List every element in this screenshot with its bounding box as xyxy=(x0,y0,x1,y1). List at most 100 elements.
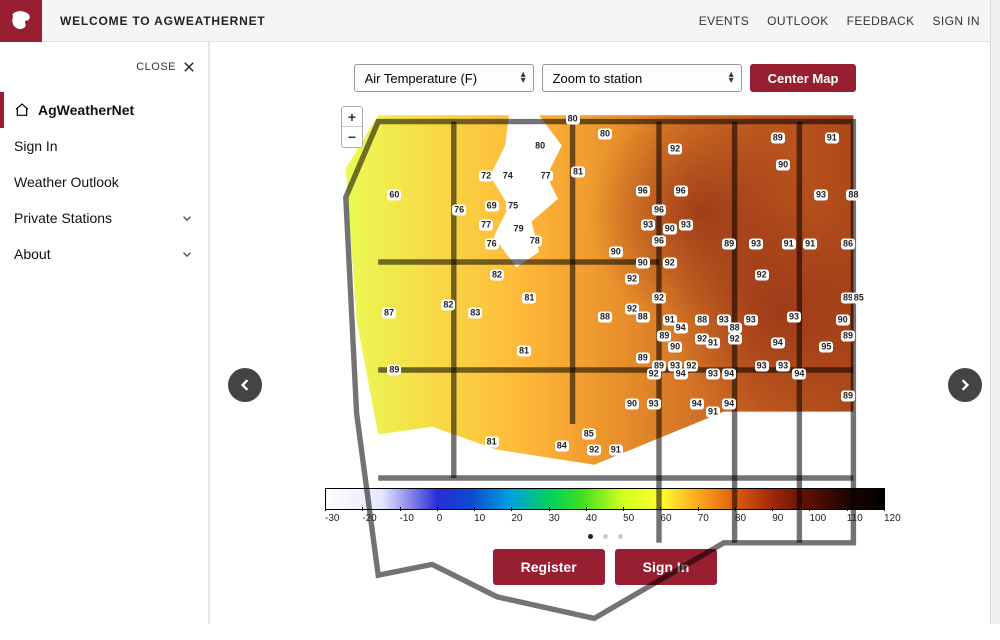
station-marker[interactable]: 92 xyxy=(755,269,769,280)
station-marker[interactable]: 85 xyxy=(852,292,866,303)
scrollbar-track[interactable] xyxy=(990,0,1000,624)
station-marker[interactable]: 89 xyxy=(841,391,855,402)
station-marker[interactable]: 87 xyxy=(382,307,396,318)
sidebar-item-about[interactable]: About xyxy=(0,236,208,272)
sidebar-item-signin[interactable]: Sign In xyxy=(0,128,208,164)
station-marker[interactable]: 90 xyxy=(609,247,623,258)
station-marker[interactable]: 91 xyxy=(706,338,720,349)
center-map-button[interactable]: Center Map xyxy=(750,64,857,92)
station-marker[interactable]: 80 xyxy=(566,114,580,125)
nav-signin[interactable]: SIGN IN xyxy=(933,14,980,28)
station-marker[interactable]: 96 xyxy=(652,205,666,216)
station-marker[interactable]: 93 xyxy=(776,361,790,372)
station-marker[interactable]: 89 xyxy=(771,133,785,144)
station-marker[interactable]: 86 xyxy=(841,239,855,250)
station-marker[interactable]: 88 xyxy=(598,311,612,322)
station-marker[interactable]: 79 xyxy=(512,224,526,235)
station-marker[interactable]: 89 xyxy=(387,364,401,375)
station-marker[interactable]: 81 xyxy=(517,345,531,356)
station-marker[interactable]: 81 xyxy=(522,292,536,303)
station-marker[interactable]: 90 xyxy=(636,258,650,269)
station-marker[interactable]: 94 xyxy=(674,323,688,334)
station-marker[interactable]: 76 xyxy=(452,205,466,216)
zoom-station-select[interactable]: Zoom to station xyxy=(542,64,742,92)
station-marker[interactable]: 81 xyxy=(571,167,585,178)
station-marker[interactable]: 94 xyxy=(771,338,785,349)
station-marker[interactable]: 77 xyxy=(479,220,493,231)
station-marker[interactable]: 91 xyxy=(706,406,720,417)
station-marker[interactable]: 93 xyxy=(647,399,661,410)
station-marker[interactable]: 91 xyxy=(782,239,796,250)
station-marker[interactable]: 90 xyxy=(776,159,790,170)
station-marker[interactable]: 85 xyxy=(582,429,596,440)
zoom-in-button[interactable]: + xyxy=(342,107,362,127)
station-marker[interactable]: 93 xyxy=(814,190,828,201)
sidebar-item-private-stations[interactable]: Private Stations xyxy=(0,200,208,236)
station-marker[interactable]: 84 xyxy=(555,440,569,451)
station-marker[interactable]: 93 xyxy=(641,220,655,231)
station-marker[interactable]: 77 xyxy=(539,171,553,182)
carousel-prev-button[interactable] xyxy=(228,368,262,402)
station-marker[interactable]: 93 xyxy=(755,361,769,372)
station-marker[interactable]: 93 xyxy=(749,239,763,250)
station-marker[interactable]: 69 xyxy=(485,201,499,212)
station-marker[interactable]: 80 xyxy=(533,140,547,151)
nav-outlook[interactable]: OUTLOOK xyxy=(767,14,828,28)
station-marker[interactable]: 92 xyxy=(587,444,601,455)
sidebar-item-weather-outlook[interactable]: Weather Outlook xyxy=(0,164,208,200)
station-marker[interactable]: 92 xyxy=(728,334,742,345)
station-marker[interactable]: 94 xyxy=(722,368,736,379)
station-marker[interactable]: 96 xyxy=(636,186,650,197)
nav-feedback[interactable]: FEEDBACK xyxy=(847,14,915,28)
station-marker[interactable]: 92 xyxy=(625,273,639,284)
station-marker[interactable]: 78 xyxy=(528,235,542,246)
station-marker[interactable]: 82 xyxy=(441,300,455,311)
station-marker[interactable]: 92 xyxy=(684,361,698,372)
zoom-out-button[interactable]: − xyxy=(342,127,362,147)
station-marker[interactable]: 93 xyxy=(744,315,758,326)
sidebar-item-agweathernet[interactable]: AgWeatherNet xyxy=(0,92,208,128)
station-marker[interactable]: 92 xyxy=(668,144,682,155)
station-marker[interactable]: 96 xyxy=(674,186,688,197)
station-marker[interactable]: 88 xyxy=(846,190,860,201)
carousel-next-button[interactable] xyxy=(948,368,982,402)
station-marker[interactable]: 90 xyxy=(625,399,639,410)
station-marker[interactable]: 94 xyxy=(792,368,806,379)
station-marker[interactable]: 81 xyxy=(485,437,499,448)
station-marker[interactable]: 96 xyxy=(652,235,666,246)
station-marker[interactable]: 92 xyxy=(652,292,666,303)
station-marker[interactable]: 82 xyxy=(490,269,504,280)
station-marker[interactable]: 94 xyxy=(690,399,704,410)
station-marker[interactable]: 88 xyxy=(728,323,742,334)
station-marker[interactable]: 89 xyxy=(722,239,736,250)
station-marker[interactable]: 95 xyxy=(819,342,833,353)
station-marker[interactable]: 60 xyxy=(387,190,401,201)
station-marker[interactable]: 94 xyxy=(722,399,736,410)
temperature-map[interactable]: + − 80 80 77 72 74 80 76 81 60 69 75 77 7978 76 82 81 82… xyxy=(335,100,875,480)
station-marker[interactable]: 93 xyxy=(706,368,720,379)
station-marker[interactable]: 92 xyxy=(663,258,677,269)
station-marker[interactable]: 93 xyxy=(679,220,693,231)
station-marker[interactable]: 89 xyxy=(636,353,650,364)
station-marker[interactable]: 90 xyxy=(663,224,677,235)
station-marker[interactable]: 89 xyxy=(657,330,671,341)
variable-select[interactable]: Air Temperature (F) xyxy=(354,64,534,92)
close-sidebar-button[interactable]: CLOSE xyxy=(0,50,208,92)
station-marker[interactable]: 88 xyxy=(695,315,709,326)
nav-events[interactable]: EVENTS xyxy=(699,14,749,28)
station-marker[interactable]: 91 xyxy=(609,444,623,455)
station-marker[interactable]: 91 xyxy=(803,239,817,250)
station-marker[interactable]: 90 xyxy=(836,315,850,326)
station-marker[interactable]: 93 xyxy=(787,311,801,322)
station-marker[interactable]: 92 xyxy=(647,368,661,379)
station-marker[interactable]: 90 xyxy=(668,342,682,353)
station-marker[interactable]: 80 xyxy=(598,129,612,140)
station-marker[interactable]: 83 xyxy=(468,307,482,318)
station-marker[interactable]: 74 xyxy=(501,171,515,182)
station-marker[interactable]: 75 xyxy=(506,201,520,212)
station-marker[interactable]: 91 xyxy=(825,133,839,144)
station-marker[interactable]: 76 xyxy=(485,239,499,250)
station-marker[interactable]: 89 xyxy=(841,330,855,341)
station-marker[interactable]: 88 xyxy=(636,311,650,322)
station-marker[interactable]: 72 xyxy=(479,171,493,182)
